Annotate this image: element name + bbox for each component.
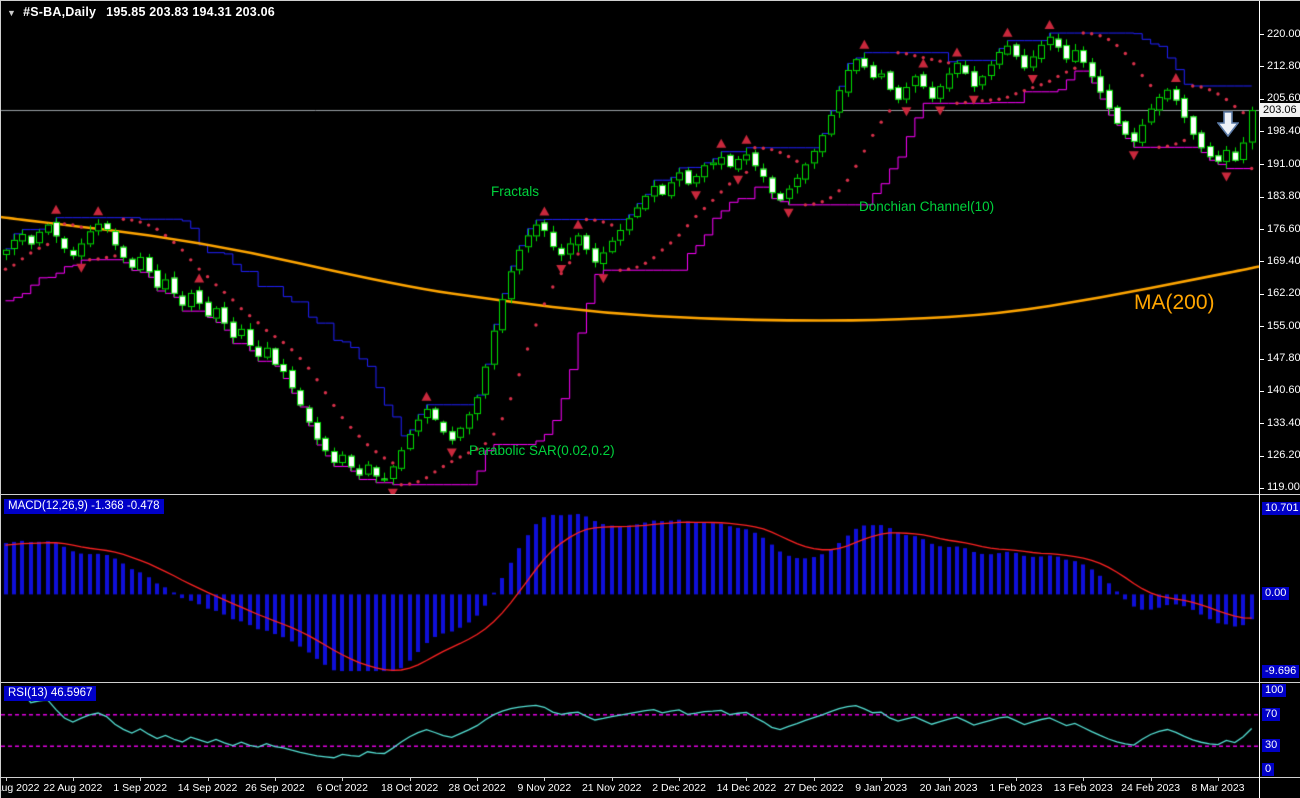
macd-axis-label: -9.696 xyxy=(1262,665,1299,678)
price-tick-label: 126.20 xyxy=(1267,449,1300,461)
price-tick-mark xyxy=(1259,164,1264,165)
ma200-label: MA(200) xyxy=(1134,291,1215,315)
price-axis-separator xyxy=(1259,1,1260,798)
date-tick-label: 9 Nov 2022 xyxy=(509,782,579,794)
rsi-axis-label: 100 xyxy=(1262,684,1286,697)
date-tick-label: 1 Feb 2023 xyxy=(981,782,1051,794)
rsi-axis-label: 70 xyxy=(1262,708,1280,721)
fractals-label: Fractals xyxy=(491,184,539,199)
price-tick-mark xyxy=(1259,66,1264,67)
price-tick-mark xyxy=(1259,488,1264,489)
date-tick-mark xyxy=(6,778,7,781)
date-tick-mark xyxy=(1151,778,1152,781)
date-tick-mark xyxy=(814,778,815,781)
date-tick-mark xyxy=(612,778,613,781)
symbol-dropdown-icon[interactable]: ▼ xyxy=(7,8,16,18)
price-tick-mark xyxy=(1259,261,1264,262)
date-tick-label: 8 Mar 2023 xyxy=(1183,782,1253,794)
parabolic-sar-label: Parabolic SAR(0.02,0.2) xyxy=(469,443,615,458)
price-tick-label: 176.60 xyxy=(1267,223,1300,235)
price-tick-mark xyxy=(1259,131,1264,132)
date-tick-mark xyxy=(1083,778,1084,781)
date-tick-mark xyxy=(477,778,478,781)
date-tick-mark xyxy=(275,778,276,781)
date-tick-label: 18 Oct 2022 xyxy=(375,782,445,794)
date-tick-mark xyxy=(208,778,209,781)
date-tick-label: 14 Sep 2022 xyxy=(173,782,243,794)
price-tick-label: 119.00 xyxy=(1267,481,1300,493)
date-tick-mark xyxy=(679,778,680,781)
price-tick-label: 162.20 xyxy=(1267,287,1300,299)
price-tick-label: 198.40 xyxy=(1267,125,1300,137)
symbol-label: #S-BA,Daily xyxy=(23,5,96,19)
date-tick-label: 1 Sep 2022 xyxy=(105,782,175,794)
price-tick-label: 183.80 xyxy=(1267,190,1300,202)
price-tick-mark xyxy=(1259,99,1264,100)
date-tick-mark xyxy=(1218,778,1219,781)
date-tick-label: 9 Jan 2023 xyxy=(846,782,916,794)
donchian-label: Donchian Channel(10) xyxy=(859,199,994,214)
price-tick-mark xyxy=(1259,423,1264,424)
date-tick-label: 2 Dec 2022 xyxy=(644,782,714,794)
trading-chart-window: ▼#S-BA,Daily195.85 203.83 194.31 203.06 … xyxy=(0,0,1300,798)
date-tick-label: 13 Feb 2023 xyxy=(1048,782,1118,794)
date-tick-mark xyxy=(342,778,343,781)
rsi-indicator-tag: RSI(13) 46.5967 xyxy=(4,686,96,701)
macd-axis-label: 10.701 xyxy=(1262,502,1300,515)
date-tick-label: 22 Aug 2022 xyxy=(38,782,108,794)
date-tick-label: 6 Oct 2022 xyxy=(307,782,377,794)
price-tick-label: 191.00 xyxy=(1267,158,1300,170)
date-tick-mark xyxy=(544,778,545,781)
ohlc-readout: 195.85 203.83 194.31 203.06 xyxy=(106,5,275,19)
date-tick-label: 14 Dec 2022 xyxy=(711,782,781,794)
price-tick-mark xyxy=(1259,197,1264,198)
main-price-chart-canvas[interactable] xyxy=(1,1,1259,495)
panel-separator[interactable] xyxy=(1,494,1300,495)
date-axis[interactable]: 10 Aug 202222 Aug 20221 Sep 202214 Sep 2… xyxy=(1,778,1259,798)
price-tick-mark xyxy=(1259,326,1264,327)
date-tick-mark xyxy=(410,778,411,781)
date-tick-mark xyxy=(746,778,747,781)
date-tick-mark xyxy=(881,778,882,781)
price-tick-mark xyxy=(1259,391,1264,392)
date-tick-label: 27 Dec 2022 xyxy=(779,782,849,794)
price-tick-label: 155.00 xyxy=(1267,320,1300,332)
chart-title-bar: ▼ #S-BA,Daily 195.85 203.83 194.31 203.06 xyxy=(7,5,275,19)
price-tick-label: 140.60 xyxy=(1267,384,1300,396)
price-tick-mark xyxy=(1259,34,1264,35)
rsi-panel-canvas[interactable] xyxy=(1,684,1259,777)
date-tick-label: 20 Jan 2023 xyxy=(914,782,984,794)
date-tick-label: 21 Nov 2022 xyxy=(577,782,647,794)
price-tick-mark xyxy=(1259,359,1264,360)
price-tick-label: 220.00 xyxy=(1267,28,1300,40)
price-tick-label: 212.80 xyxy=(1267,60,1300,72)
macd-panel-canvas[interactable] xyxy=(1,496,1259,682)
price-tick-label: 133.40 xyxy=(1267,417,1300,429)
date-tick-label: 28 Oct 2022 xyxy=(442,782,512,794)
price-tick-mark xyxy=(1259,229,1264,230)
price-tick-label: 169.40 xyxy=(1267,255,1300,267)
price-tick-label: 147.80 xyxy=(1267,352,1300,364)
date-tick-label: 26 Sep 2022 xyxy=(240,782,310,794)
rsi-axis-label: 30 xyxy=(1262,739,1280,752)
date-tick-mark xyxy=(949,778,950,781)
rsi-axis-label: 0 xyxy=(1262,763,1274,776)
date-tick-mark xyxy=(1016,778,1017,781)
date-tick-label: 24 Feb 2023 xyxy=(1116,782,1186,794)
price-tick-mark xyxy=(1259,456,1264,457)
current-price-tag: 203.06 xyxy=(1260,103,1300,117)
date-tick-mark xyxy=(140,778,141,781)
panel-separator[interactable] xyxy=(1,682,1300,683)
price-tick-mark xyxy=(1259,294,1264,295)
date-tick-mark xyxy=(73,778,74,781)
sell-down-arrow-annotation[interactable] xyxy=(1217,111,1239,137)
macd-indicator-tag: MACD(12,26,9) -1.368 -0.478 xyxy=(4,499,164,514)
macd-axis-label: 0.00 xyxy=(1262,587,1289,600)
